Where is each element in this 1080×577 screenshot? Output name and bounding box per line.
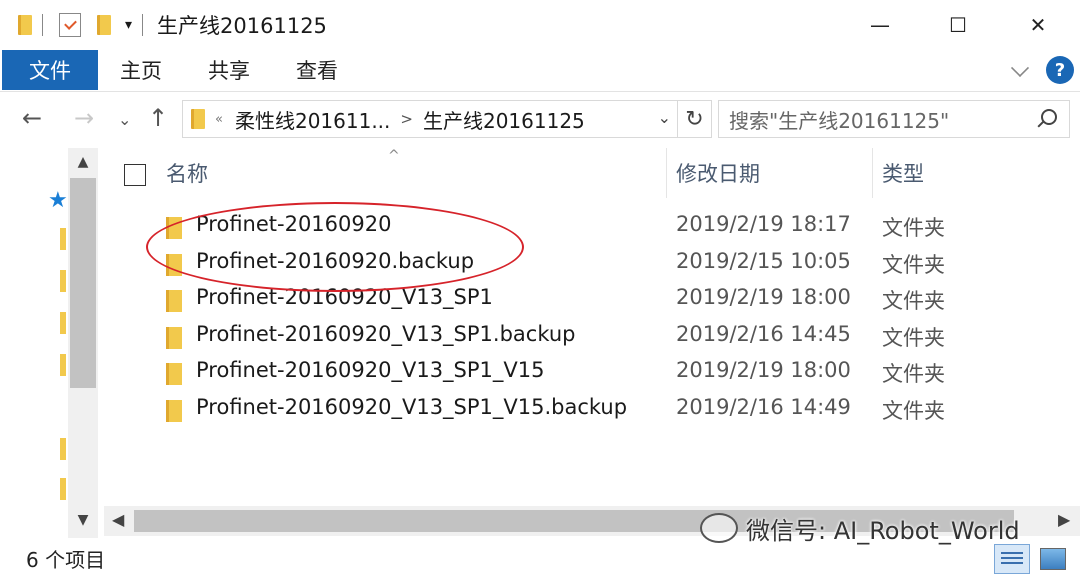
file-date: 2019/2/19 18:17: [676, 212, 851, 236]
maximize-button[interactable]: ☐: [928, 0, 988, 50]
nav-folder-icon[interactable]: [60, 312, 66, 334]
folder-icon: [166, 363, 182, 385]
select-all-checkbox[interactable]: [124, 164, 146, 186]
toolbar-divider: [42, 14, 43, 36]
properties-icon[interactable]: [59, 13, 81, 37]
quick-access-toolbar: ▾: [0, 0, 153, 50]
search-icon[interactable]: [1041, 109, 1057, 125]
up-arrow-icon[interactable]: ↑: [148, 104, 168, 132]
file-type: 文件夹: [882, 216, 945, 240]
address-bar[interactable]: « 柔性线201611... > 生产线20161125 ⌄ ↻: [182, 100, 712, 138]
status-bar: 6 个项目: [0, 538, 1080, 577]
item-count: 6 个项目: [26, 548, 106, 572]
address-dropdown-icon[interactable]: ⌄: [658, 108, 671, 127]
file-type: 文件夹: [882, 326, 945, 350]
overflow-icon[interactable]: «: [215, 112, 223, 127]
tab-file[interactable]: 文件: [2, 50, 98, 90]
file-name: Profinet-20160920_V13_SP1_V15.backup: [196, 395, 628, 419]
nav-scrollbar-thumb[interactable]: [70, 178, 96, 388]
file-type: 文件夹: [882, 289, 945, 313]
breadcrumb-current[interactable]: 生产线20161125: [423, 105, 585, 134]
file-name: Profinet-20160920: [196, 212, 392, 236]
file-date: 2019/2/16 14:45: [676, 322, 851, 346]
minimize-button[interactable]: —: [850, 0, 910, 50]
forward-arrow-icon[interactable]: →: [74, 104, 94, 132]
nav-folder-icon[interactable]: [60, 438, 66, 460]
tab-share[interactable]: 共享: [208, 50, 250, 90]
navigation-pane: ★ ▲ ▼: [0, 148, 100, 538]
table-row[interactable]: Profinet-20160920_V13_SP1.backup 2019/2/…: [104, 319, 1080, 355]
file-name: Profinet-20160920_V13_SP1: [196, 285, 493, 309]
folder-icon: [191, 109, 205, 129]
search-placeholder: 搜索"生产线20161125": [729, 108, 950, 133]
tab-view[interactable]: 查看: [296, 50, 338, 90]
column-header-name[interactable]: 名称: [166, 148, 208, 198]
tab-home[interactable]: 主页: [120, 50, 162, 90]
new-folder-icon[interactable]: [97, 15, 111, 35]
table-row[interactable]: Profinet-20160920_V13_SP1_V15 2019/2/19 …: [104, 355, 1080, 391]
folder-icon: [166, 290, 182, 312]
refresh-icon[interactable]: ↻: [677, 101, 711, 137]
file-date: 2019/2/15 10:05: [676, 249, 851, 273]
window-title: 生产线20161125: [157, 14, 327, 38]
table-row[interactable]: Profinet-20160920_V13_SP1_V15.backup 201…: [104, 392, 1080, 428]
toolbar-divider: [142, 14, 144, 36]
file-date: 2019/2/19 18:00: [676, 285, 851, 309]
scroll-down-icon[interactable]: ▼: [74, 512, 92, 528]
folder-icon: [166, 254, 182, 276]
file-name: Profinet-20160920.backup: [196, 249, 475, 273]
search-input[interactable]: 搜索"生产线20161125": [718, 100, 1070, 138]
recent-locations-icon[interactable]: ⌄: [118, 110, 131, 129]
chevron-right-icon[interactable]: >: [400, 110, 413, 128]
quick-access-star-icon[interactable]: ★: [48, 188, 68, 213]
column-header-date[interactable]: 修改日期: [676, 148, 760, 198]
folder-icon: [166, 217, 182, 239]
large-icons-view-icon[interactable]: [1040, 548, 1066, 570]
sort-ascending-icon: ^: [388, 148, 400, 164]
table-row[interactable]: Profinet-20160920.backup 2019/2/15 10:05…: [104, 246, 1080, 282]
close-button[interactable]: ✕: [1008, 0, 1068, 50]
breadcrumb-parent[interactable]: 柔性线201611...: [235, 105, 390, 134]
scroll-right-icon[interactable]: ▶: [1058, 510, 1070, 529]
help-button[interactable]: ?: [1046, 56, 1074, 84]
nav-folder-icon[interactable]: [60, 354, 66, 376]
folder-icon: [166, 327, 182, 349]
folder-icon: [166, 400, 182, 422]
file-type: 文件夹: [882, 362, 945, 386]
column-divider[interactable]: [666, 148, 667, 198]
table-row[interactable]: Profinet-20160920 2019/2/19 18:17 文件夹: [104, 209, 1080, 245]
title-bar: ▾ 生产线20161125 — ☐ ✕: [0, 0, 1080, 50]
expand-ribbon-icon[interactable]: [1010, 58, 1030, 78]
file-list: ^ 名称 修改日期 类型 Profinet-20160920 2019/2/19…: [104, 148, 1080, 506]
folder-icon: [18, 15, 32, 35]
nav-folder-icon[interactable]: [60, 228, 66, 250]
back-arrow-icon[interactable]: ←: [22, 104, 42, 132]
nav-folder-icon[interactable]: [60, 270, 66, 292]
details-view-icon[interactable]: [994, 544, 1030, 574]
scroll-left-icon[interactable]: ◀: [112, 510, 124, 529]
table-row[interactable]: Profinet-20160920_V13_SP1 2019/2/19 18:0…: [104, 282, 1080, 318]
ribbon: 文件 主页 共享 查看 ?: [0, 50, 1080, 92]
file-date: 2019/2/19 18:00: [676, 358, 851, 382]
file-name: Profinet-20160920_V13_SP1.backup: [196, 322, 576, 346]
file-name: Profinet-20160920_V13_SP1_V15: [196, 358, 545, 382]
navigation-bar: ← → ⌄ ↑ « 柔性线201611... > 生产线20161125 ⌄ ↻…: [0, 92, 1080, 148]
customize-dropdown-icon[interactable]: ▾: [125, 17, 132, 33]
file-date: 2019/2/16 14:49: [676, 395, 851, 419]
file-type: 文件夹: [882, 253, 945, 277]
column-divider[interactable]: [872, 148, 873, 198]
file-type: 文件夹: [882, 399, 945, 423]
scroll-up-icon[interactable]: ▲: [74, 154, 92, 170]
nav-folder-icon[interactable]: [60, 478, 66, 500]
column-header-type[interactable]: 类型: [882, 148, 924, 198]
